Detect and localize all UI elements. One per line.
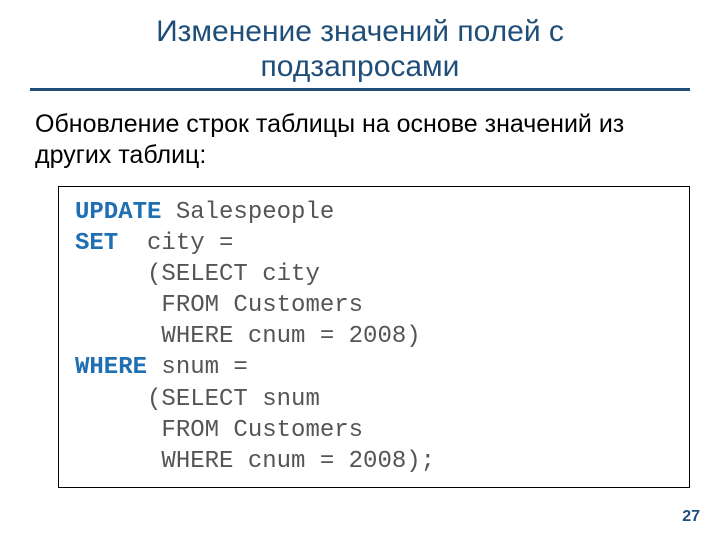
- sql-keyword-where: WHERE: [75, 354, 147, 381]
- slide-subtitle: Обновление строк таблицы на основе значе…: [35, 109, 690, 172]
- code-text: (SELECT snum: [75, 386, 320, 413]
- title-line-1: Изменение значений полей с: [156, 15, 564, 48]
- code-text: (SELECT city: [75, 261, 320, 288]
- code-text: snum =: [147, 354, 248, 381]
- slide-title-block: Изменение значений полей с подзапросами: [30, 15, 690, 91]
- page-number: 27: [682, 508, 700, 526]
- code-text: WHERE cnum = 2008): [75, 323, 421, 350]
- title-line-2: подзапросами: [261, 50, 460, 83]
- sql-keyword-set: SET: [75, 230, 118, 257]
- title-underline: [30, 88, 690, 91]
- code-text: city =: [118, 230, 233, 257]
- sql-keyword-update: UPDATE: [75, 199, 161, 226]
- code-block: UPDATE Salespeople SET city = (SELECT ci…: [58, 186, 690, 489]
- code-text: WHERE cnum = 2008);: [75, 448, 435, 475]
- slide-title: Изменение значений полей с подзапросами: [30, 15, 690, 84]
- code-text: FROM Customers: [75, 292, 363, 319]
- code-text: Salespeople: [161, 199, 334, 226]
- code-text: FROM Customers: [75, 417, 363, 444]
